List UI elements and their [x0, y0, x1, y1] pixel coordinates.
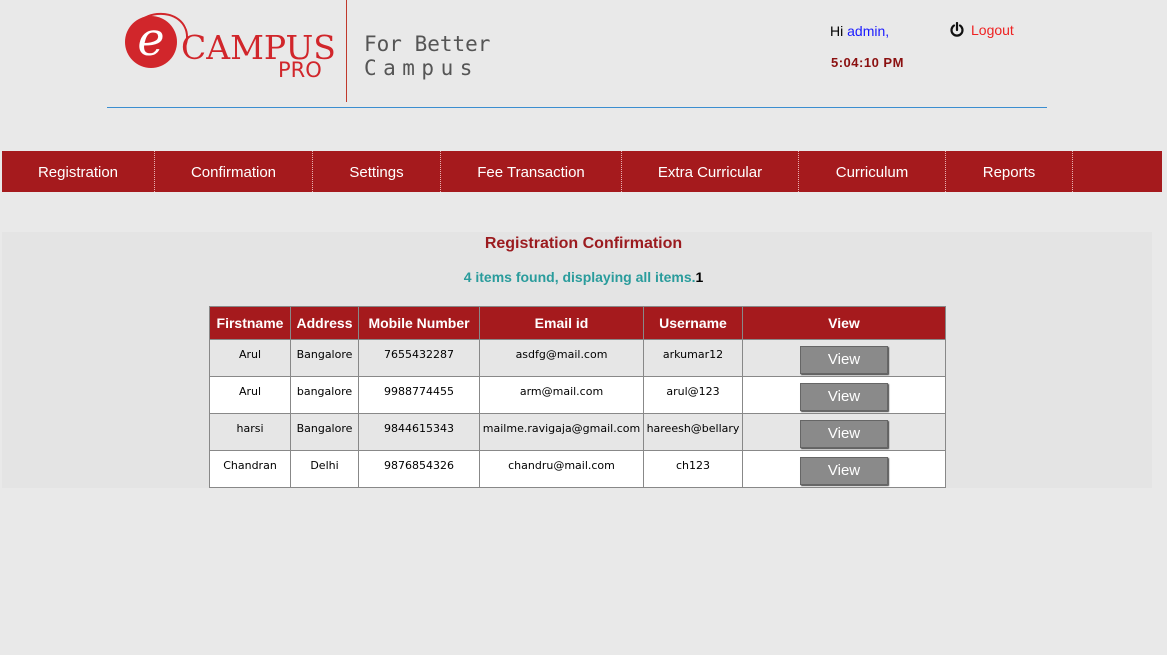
cell-text: ch123: [675, 459, 710, 472]
logo-pro-text: PRO: [278, 58, 322, 82]
items-found-text: 4 items found, displaying all items.: [463, 269, 696, 285]
cell-text: mailme.ravigaja@gmail.com: [482, 422, 641, 435]
nav-item-curriculum[interactable]: Curriculum: [799, 151, 946, 192]
tagline: For Better Campus: [364, 32, 490, 80]
page-title: Registration Confirmation: [484, 235, 683, 252]
cell-email: mailme.ravigaja@gmail.com: [479, 413, 644, 451]
cell-address: Bangalore: [290, 339, 359, 377]
cell-username: arul@123: [643, 376, 743, 414]
view-button[interactable]: View: [800, 383, 888, 411]
nav-item-confirmation[interactable]: Confirmation: [155, 151, 313, 192]
table-header-row: Firstname Address Mobile Number Email id…: [209, 306, 946, 340]
cell-firstname: Arul: [209, 339, 291, 377]
cell-text: Delhi: [310, 459, 339, 472]
tagline-line2: Campus: [364, 56, 479, 80]
column-header-email[interactable]: Email id: [479, 306, 644, 340]
items-found-status: 4 items found, displaying all items.1: [0, 269, 1167, 285]
cell-username: arkumar12: [643, 339, 743, 377]
cell-mobile: 9988774455: [358, 376, 480, 414]
cell-text: bangalore: [296, 385, 353, 398]
cell-text: Bangalore: [296, 348, 353, 361]
cell-text: 9988774455: [384, 385, 454, 398]
cell-view: View: [742, 339, 946, 377]
greeting-text: Hi: [830, 23, 844, 39]
cell-firstname: harsi: [209, 413, 291, 451]
table-row: Chandran Delhi 9876854326 chandru@mail.c…: [209, 450, 946, 488]
table-row: harsi Bangalore 9844615343 mailme.raviga…: [209, 413, 946, 451]
nav-item-fee-transaction[interactable]: Fee Transaction: [441, 151, 622, 192]
nav-item-reports[interactable]: Reports: [946, 151, 1073, 192]
tagline-line1: For Better: [364, 32, 491, 56]
logout-label: Logout: [971, 22, 1014, 38]
cell-text: arul@123: [666, 385, 720, 398]
cell-text: 9876854326: [384, 459, 454, 472]
view-button[interactable]: View: [800, 420, 888, 448]
cell-text: 9844615343: [384, 422, 454, 435]
greeting-suffix: ,: [885, 23, 890, 39]
cell-text: Chandran: [223, 459, 277, 472]
column-header-address[interactable]: Address: [290, 306, 359, 340]
cell-text: arkumar12: [662, 348, 724, 361]
cell-email: arm@mail.com: [479, 376, 644, 414]
cell-mobile: 9876854326: [358, 450, 480, 488]
cell-text: asdfg@mail.com: [515, 348, 608, 361]
cell-view: View: [742, 413, 946, 451]
column-header-mobile[interactable]: Mobile Number: [358, 306, 480, 340]
header-divider: [107, 107, 1047, 108]
cell-username: hareesh@bellary: [643, 413, 743, 451]
cell-username: ch123: [643, 450, 743, 488]
username-link[interactable]: admin,: [847, 23, 889, 39]
page-link-1[interactable]: 1: [696, 269, 704, 285]
nav-item-extra-curricular[interactable]: Extra Curricular: [622, 151, 799, 192]
cell-email: asdfg@mail.com: [479, 339, 644, 377]
cell-text: Arul: [238, 348, 262, 361]
cell-text: chandru@mail.com: [508, 459, 615, 472]
ecampus-pro-logo: e CAMPUS PRO: [114, 2, 348, 102]
cell-address: bangalore: [290, 376, 359, 414]
cell-text: Arul: [238, 385, 262, 398]
view-button[interactable]: View: [800, 457, 888, 485]
username-text: admin: [847, 23, 886, 39]
column-header-username[interactable]: Username: [643, 306, 743, 340]
column-header-view: View: [742, 306, 946, 340]
cell-text: 7655432287: [384, 348, 454, 361]
table-row: Arul bangalore 9988774455 arm@mail.com a…: [209, 376, 946, 414]
cell-text: harsi: [236, 422, 264, 435]
cell-mobile: 9844615343: [358, 413, 480, 451]
cell-text: Bangalore: [296, 422, 353, 435]
cell-mobile: 7655432287: [358, 339, 480, 377]
table-row: Arul Bangalore 7655432287 asdfg@mail.com…: [209, 339, 946, 377]
cell-address: Bangalore: [290, 413, 359, 451]
cell-text: arm@mail.com: [519, 385, 604, 398]
nav-item-registration[interactable]: Registration: [2, 151, 155, 192]
logout-button[interactable]: Logout: [949, 22, 1014, 38]
nav-item-settings[interactable]: Settings: [313, 151, 441, 192]
greeting: Hi admin,: [830, 23, 889, 39]
cell-view: View: [742, 376, 946, 414]
clock: 5:04:10 PM: [831, 55, 904, 70]
registration-table: Firstname Address Mobile Number Email id…: [209, 306, 946, 488]
column-header-firstname[interactable]: Firstname: [209, 306, 291, 340]
logo-divider: [346, 0, 347, 102]
view-button[interactable]: View: [800, 346, 888, 374]
cell-view: View: [742, 450, 946, 488]
cell-text: hareesh@bellary: [646, 422, 740, 435]
cell-email: chandru@mail.com: [479, 450, 644, 488]
cell-address: Delhi: [290, 450, 359, 488]
main-nav: Registration Confirmation Settings Fee T…: [2, 151, 1162, 192]
power-icon: [950, 22, 964, 37]
cell-firstname: Chandran: [209, 450, 291, 488]
cell-firstname: Arul: [209, 376, 291, 414]
